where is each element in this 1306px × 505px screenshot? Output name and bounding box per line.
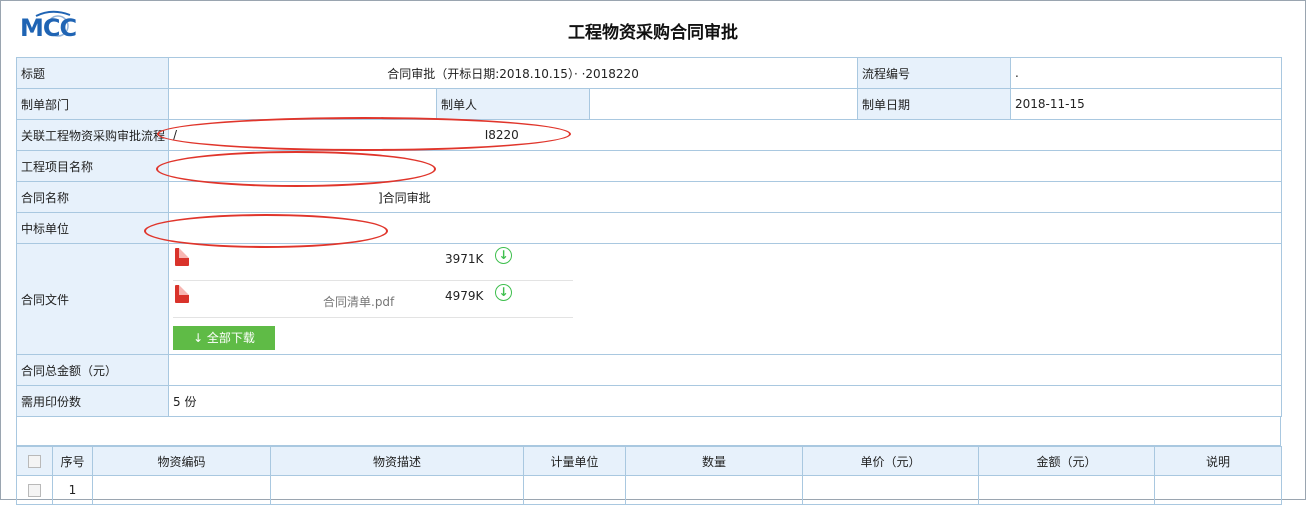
select-all-cell[interactable] [16,446,53,476]
maker-value [588,88,859,120]
dept-value [168,88,437,120]
table-cell [625,475,803,505]
table-cell [978,475,1155,505]
file-name[interactable]: 合同清单.pdf [323,293,394,310]
date-label: 制单日期 [857,88,1012,120]
file-item[interactable]: 合同清单.pdf 4979K ↓ [173,281,573,318]
table-row: 1 [16,475,1282,505]
date-value: 2018-11-15 [1010,88,1283,120]
column-header: 物资编码 [92,446,271,476]
table-cell [270,475,524,505]
table-cell [802,475,979,505]
page-title: 工程物资采购合同审批 [568,23,738,43]
column-header: 说明 [1154,446,1282,476]
project-label: 工程项目名称 [16,150,169,182]
related-label: 关联工程物资采购审批流程 [16,119,169,151]
row-index: 1 [52,475,93,505]
contract-name-label: 合同名称 [16,181,169,213]
pdf-icon [175,248,189,266]
maker-label: 制单人 [436,88,590,120]
table-cell [523,475,626,505]
title-label: 标题 [16,57,169,89]
form-row-dept: 制单部门 制单人 制单日期 2018-11-15 [16,88,1283,120]
form-row-contract-name: 合同名称 ]合同审批 [16,181,1283,213]
column-header: 计量单位 [523,446,626,476]
title-value: 合同审批（开标日期:2018.10.15）· ·2018220 [167,57,859,89]
dept-label: 制单部门 [16,88,169,120]
flow-no-value: . [1010,57,1283,89]
amount-label: 合同总金额（元） [16,354,169,386]
annotation-ellipse [144,214,388,248]
flow-no-label: 流程编号 [857,57,1012,89]
row-select-cell[interactable] [16,475,53,505]
file-size: 4979K [445,289,484,303]
download-icon[interactable]: ↓ [495,247,512,264]
contract-name-text: ]合同审批 [378,190,431,205]
table-cell [92,475,271,505]
column-header: 数量 [625,446,803,476]
form-row-title: 标题 合同审批（开标日期:2018.10.15）· ·2018220 流程编号 … [16,57,1283,89]
annotation-ellipse [156,151,436,187]
files-cell: 3971K ↓ 合同清单.pdf 4979K ↓ ↓ 全部下载 [167,243,1283,355]
download-all-button[interactable]: ↓ 全部下载 [173,326,275,350]
amount-value [167,354,1283,386]
file-item[interactable]: 3971K ↓ [173,245,573,281]
download-icon[interactable]: ↓ [495,284,512,301]
file-size: 3971K [445,252,484,266]
seal-value: 5 份 [167,385,1283,417]
form-row-seal: 需用印份数 5 份 [16,385,1283,417]
column-header: 金额（元） [978,446,1155,476]
column-header: 物资描述 [270,446,524,476]
files-label: 合同文件 [16,243,169,355]
form-row-files: 合同文件 3971K ↓ 合同清单.pdf 4979K ↓ ↓ 全部下载 [16,243,1283,355]
annotation-ellipse [157,117,571,151]
table-cell [1154,475,1282,505]
column-header: 序号 [52,446,93,476]
material-table: 序号 物资编码 物资描述 计量单位 数量 单价（元） 金额（元） 说明 1 [16,446,1282,505]
column-header: 单价（元） [802,446,979,476]
table-header-row: 序号 物资编码 物资描述 计量单位 数量 单价（元） 金额（元） 说明 [16,446,1282,476]
seal-label: 需用印份数 [16,385,169,417]
form-row-amount: 合同总金额（元） [16,354,1283,386]
section-spacer [16,416,1281,446]
file-list: 3971K ↓ 合同清单.pdf 4979K ↓ ↓ 全部下载 [173,245,1277,354]
row-checkbox[interactable] [28,484,41,497]
select-all-checkbox[interactable] [28,455,41,468]
pdf-icon [175,285,189,303]
